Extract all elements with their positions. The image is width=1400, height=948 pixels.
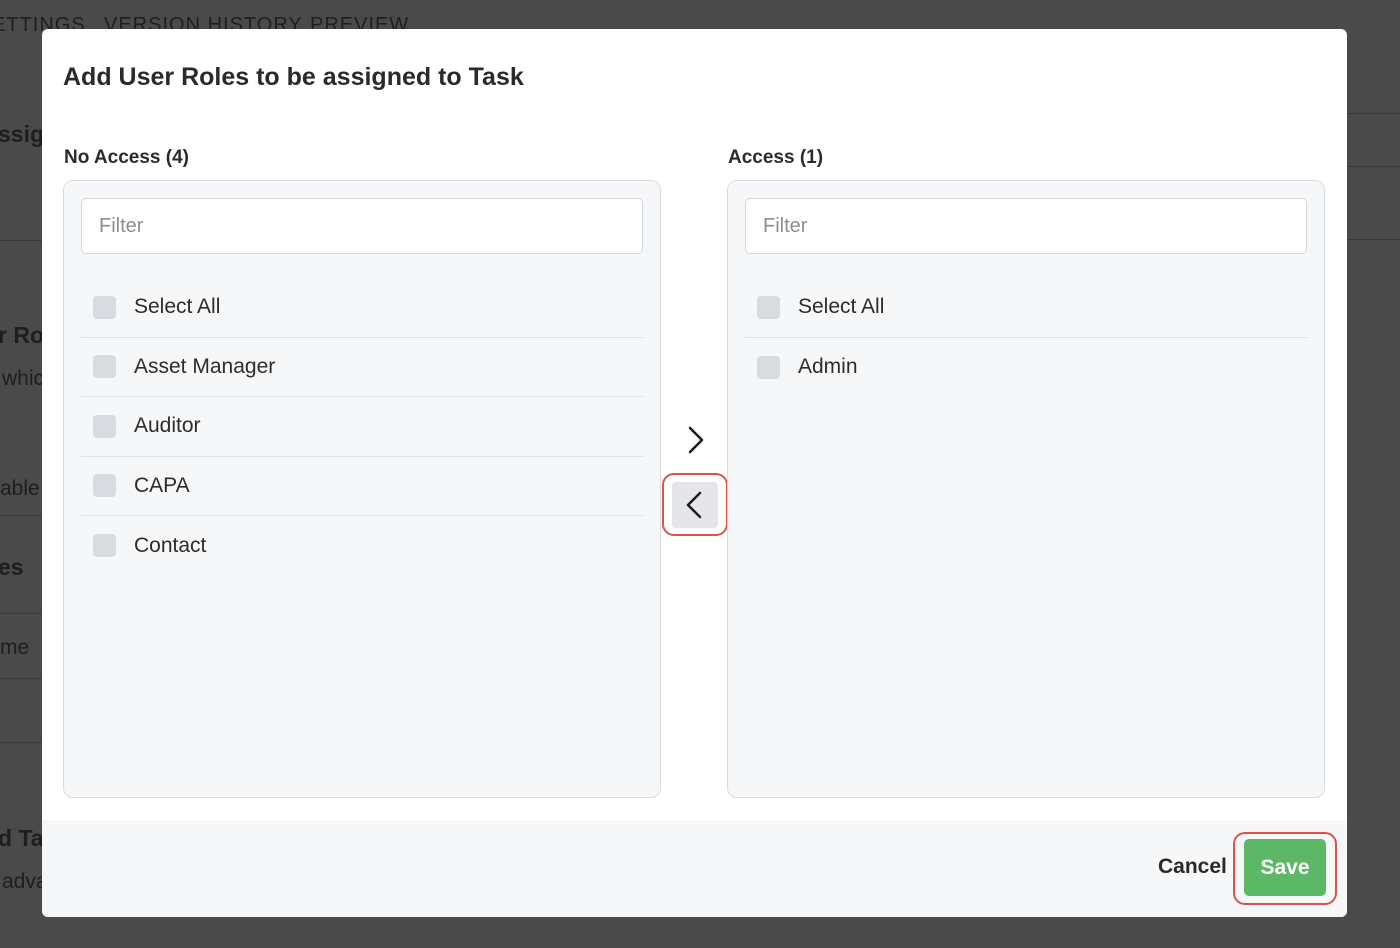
- no-access-filter-input[interactable]: [81, 198, 643, 254]
- select-all-checkbox[interactable]: [757, 295, 780, 319]
- access-filter-input[interactable]: [745, 198, 1307, 254]
- access-label: Access (1): [728, 147, 824, 168]
- background-fragment: d Ta: [0, 825, 44, 851]
- background-fragment: r Ro: [0, 322, 44, 348]
- divider: [1340, 113, 1400, 114]
- divider: [0, 742, 45, 743]
- select-all-checkbox[interactable]: [93, 295, 116, 319]
- save-button[interactable]: Save: [1244, 839, 1326, 896]
- no-access-list: Select All Asset Manager Auditor CAPA Co…: [81, 278, 643, 576]
- capa-checkbox[interactable]: [93, 474, 116, 498]
- modal-title: Add User Roles to be assigned to Task: [63, 63, 524, 91]
- access-panel: Select All Admin: [727, 180, 1325, 798]
- list-item-label: Asset Manager: [134, 354, 276, 378]
- modal-footer: [42, 820, 1347, 917]
- list-item-label: Select All: [134, 295, 221, 319]
- divider: [0, 240, 45, 241]
- background-fragment: whic: [2, 367, 45, 390]
- divider: [0, 678, 45, 679]
- list-item-capa[interactable]: CAPA: [81, 457, 643, 516]
- list-item-label: Auditor: [134, 414, 201, 438]
- background-fragment: es: [0, 554, 24, 580]
- list-item-admin[interactable]: Admin: [745, 338, 1307, 398]
- list-item-label: Admin: [798, 355, 858, 379]
- divider: [0, 515, 45, 516]
- list-item-label: Contact: [134, 533, 207, 557]
- list-item-select-all[interactable]: Select All: [81, 278, 643, 338]
- list-item-label: CAPA: [134, 473, 190, 497]
- cancel-button[interactable]: Cancel: [1158, 855, 1227, 879]
- contact-checkbox[interactable]: [93, 534, 116, 558]
- assign-roles-modal: Add User Roles to be assigned to Task No…: [42, 29, 1347, 917]
- access-list: Select All Admin: [745, 278, 1307, 397]
- list-item-select-all[interactable]: Select All: [745, 278, 1307, 338]
- admin-checkbox[interactable]: [757, 355, 780, 379]
- divider: [1340, 239, 1400, 240]
- no-access-label: No Access (4): [64, 147, 189, 168]
- divider: [1340, 166, 1400, 167]
- background-fragment: me: [0, 636, 30, 659]
- auditor-checkbox[interactable]: [93, 414, 116, 438]
- chevron-left-icon: [686, 491, 702, 519]
- list-item-auditor[interactable]: Auditor: [81, 397, 643, 457]
- asset-manager-checkbox[interactable]: [93, 355, 116, 379]
- list-item-contact[interactable]: Contact: [81, 516, 643, 576]
- chevron-right-icon: [688, 426, 704, 454]
- move-right-button[interactable]: [669, 414, 721, 466]
- background-fragment: adva: [2, 870, 48, 893]
- no-access-panel: Select All Asset Manager Auditor CAPA Co…: [63, 180, 661, 798]
- list-item-asset-manager[interactable]: Asset Manager: [81, 338, 643, 397]
- move-left-button[interactable]: [672, 482, 718, 528]
- divider: [0, 613, 45, 614]
- list-item-label: Select All: [798, 295, 885, 319]
- background-fragment: able: [0, 477, 40, 500]
